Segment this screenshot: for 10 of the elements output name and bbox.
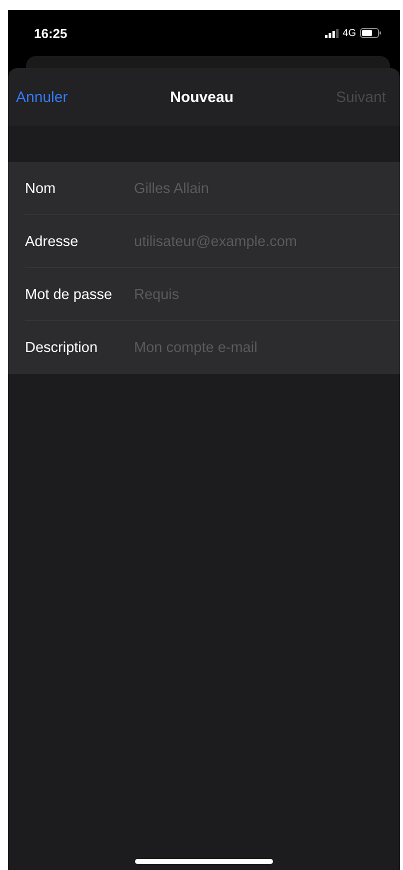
field-label: Nom <box>25 180 57 196</box>
network-label: 4G <box>342 28 356 38</box>
signal-icon <box>324 28 339 38</box>
battery-icon <box>360 28 382 38</box>
field-label: Adresse <box>25 234 80 250</box>
cancel-button[interactable]: Annuler <box>12 84 72 110</box>
status-time: 16:25 <box>34 26 68 40</box>
sheet-title: Nouveau <box>170 88 234 106</box>
field-label: Mot de passe <box>25 286 114 302</box>
field-label: Description <box>25 340 99 356</box>
